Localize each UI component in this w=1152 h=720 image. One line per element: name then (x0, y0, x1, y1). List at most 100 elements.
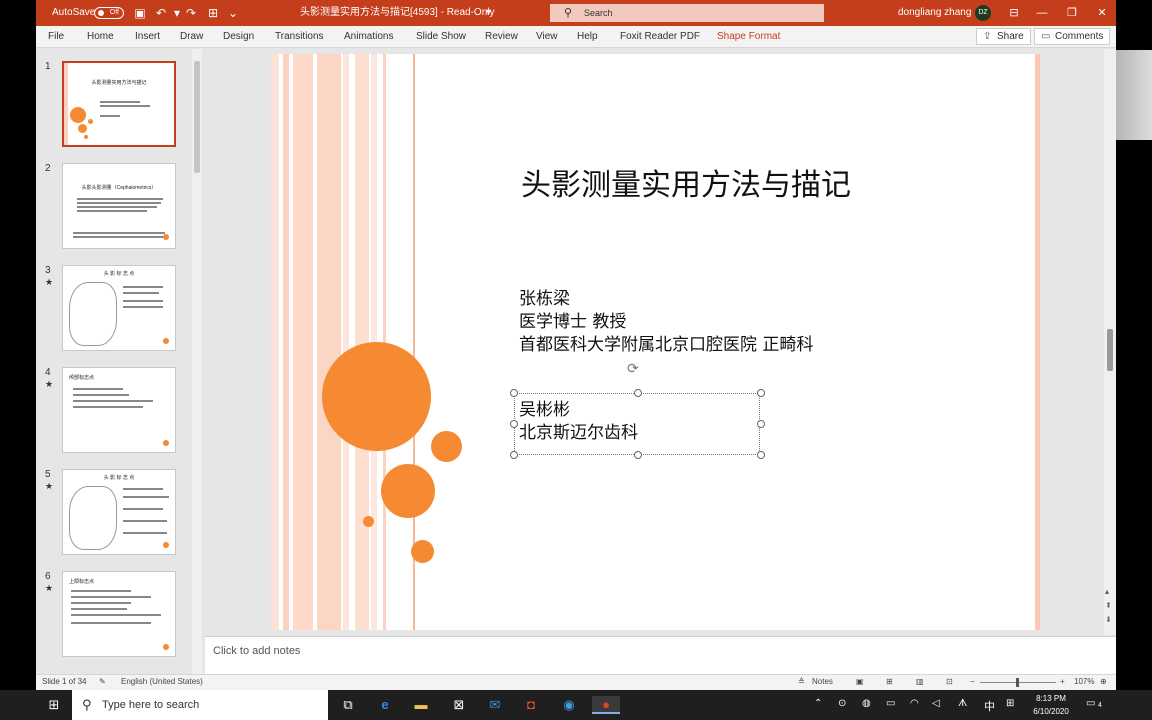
restore-icon[interactable]: ❐ (1058, 0, 1086, 26)
scrollbar-thumb[interactable] (194, 61, 200, 173)
tab-view[interactable]: View (536, 26, 558, 48)
search-box[interactable]: ⚲ Search (550, 4, 824, 22)
ribbon-display-icon[interactable]: ⊟ (1000, 0, 1028, 26)
taskbar-search-box[interactable]: ⚲ Type here to search (72, 690, 328, 720)
app-icon[interactable]: ◉ (558, 696, 580, 714)
slide-thumbnail-6[interactable]: 上颌标志点 (62, 571, 176, 657)
zoom-slider-knob[interactable] (1016, 678, 1019, 687)
tab-transitions[interactable]: Transitions (275, 26, 324, 48)
present-icon[interactable]: ⊞ (206, 6, 220, 20)
volume-icon[interactable]: ◁ (932, 698, 940, 709)
tab-home[interactable]: Home (87, 26, 114, 48)
powerpoint-taskbar-icon[interactable]: ● (592, 696, 620, 714)
prev-slide-icon[interactable]: ⇞ (1105, 601, 1112, 610)
resize-handle[interactable] (757, 451, 765, 459)
undo-dropdown-icon[interactable]: ▾ (170, 6, 184, 20)
thumb-number: 5 (45, 469, 51, 480)
thumb-circle (163, 338, 169, 344)
resize-handle[interactable] (510, 420, 518, 428)
tray-app-icon[interactable]: ◍ (862, 698, 871, 709)
notes-pane[interactable]: Click to add notes (205, 636, 1116, 674)
zoom-in-icon[interactable]: + (1060, 677, 1065, 686)
tab-slide-show[interactable]: Slide Show (416, 26, 466, 48)
task-view-icon[interactable]: ⧉ (338, 696, 358, 714)
spellcheck-icon[interactable]: ✎ (99, 677, 106, 686)
edge-icon[interactable]: e (374, 696, 396, 714)
system-clock[interactable]: 8:13 PM 6/10/2020 (1026, 692, 1076, 718)
tab-shape-format[interactable]: Shape Format (717, 26, 780, 48)
slide-thumbnail-4[interactable]: 颅部标志点 (62, 367, 176, 453)
resize-handle[interactable] (634, 451, 642, 459)
autosave-toggle[interactable]: Off (94, 7, 124, 19)
thumbnail-scrollbar[interactable] (192, 49, 202, 675)
mail-icon[interactable]: ✉ (484, 696, 506, 714)
slide-thumbnail-1[interactable]: 头影测量实用方法与描记 (62, 61, 176, 147)
scrollbar-thumb[interactable] (1107, 329, 1113, 371)
tab-review[interactable]: Review (485, 26, 518, 48)
microphone-icon[interactable]: ⊙ (838, 698, 846, 709)
tab-draw[interactable]: Draw (180, 26, 203, 48)
thumb-text-line (71, 622, 151, 624)
thumb-title: 头 影 标 志 点 (103, 271, 135, 277)
language-label[interactable]: English (United States) (121, 677, 203, 686)
slide-thumbnail-3[interactable]: 头 影 标 志 点 (62, 265, 176, 351)
reading-view-icon[interactable]: ▥ (916, 677, 924, 686)
slide-sorter-icon[interactable]: ⊞ (886, 677, 893, 686)
tab-help[interactable]: Help (577, 26, 598, 48)
undo-icon[interactable]: ↶ (154, 6, 168, 20)
tab-insert[interactable]: Insert (135, 26, 160, 48)
show-hidden-icons-icon[interactable]: ⌃ (814, 698, 822, 709)
notes-toggle-icon[interactable]: ≙ (798, 677, 805, 686)
editor-scrollbar[interactable]: ▴ ⇞ ⇟ (1104, 49, 1116, 635)
slide-editor: 头影测量实用方法与描记 张栋梁 医学博士 教授 首都医科大学附属北京口腔医院 正… (205, 49, 1116, 635)
author-textbox[interactable]: 张栋梁 医学博士 教授 首都医科大学附属北京口腔医院 正畸科 (519, 288, 813, 357)
minimize-icon[interactable]: — (1028, 0, 1056, 26)
next-slide-icon[interactable]: ⇟ (1105, 615, 1112, 624)
thumb-text-line (73, 394, 129, 396)
tab-foxit-reader-pdf[interactable]: Foxit Reader PDF (620, 26, 700, 48)
resize-handle[interactable] (757, 420, 765, 428)
file-explorer-icon[interactable]: ▬ (410, 696, 432, 714)
slide-canvas[interactable]: 头影测量实用方法与描记 张栋梁 医学博士 教授 首都医科大学附属北京口腔医院 正… (271, 54, 1040, 630)
resize-handle[interactable] (634, 389, 642, 397)
avatar[interactable]: DZ (975, 5, 991, 21)
tab-animations[interactable]: Animations (344, 26, 393, 48)
resize-handle[interactable] (510, 451, 518, 459)
comments-button[interactable]: ▭ Comments (1034, 28, 1111, 45)
slide-thumbnail-5[interactable]: 头 影 标 志 点 (62, 469, 176, 555)
notes-toggle-label[interactable]: Notes (812, 677, 833, 686)
title-dropdown-icon[interactable]: ▾ (486, 0, 491, 26)
tab-design[interactable]: Design (223, 26, 254, 48)
selection-box[interactable] (510, 389, 765, 459)
slideshow-view-icon[interactable]: ⊡ (946, 677, 953, 686)
save-icon[interactable]: ▣ (133, 6, 147, 20)
zoom-level[interactable]: 107% (1074, 677, 1094, 686)
customize-qat-icon[interactable]: ⌄ (226, 6, 240, 20)
user-name[interactable]: dongliang zhang (898, 0, 971, 26)
slide-thumbnail-2[interactable]: 头影头影测量（Cephalometrics） (62, 163, 176, 249)
office-icon[interactable]: ◘ (520, 696, 542, 714)
share-button[interactable]: ⇪ Share (976, 28, 1031, 45)
input-method-indicator[interactable]: 中 (984, 698, 995, 714)
ime-mode-icon[interactable]: ⊞ (1006, 698, 1014, 709)
clock-time: 8:13 PM (1036, 694, 1066, 703)
resize-handle[interactable] (757, 389, 765, 397)
redo-icon[interactable]: ↷ (184, 6, 198, 20)
notifications-icon[interactable]: ▭ (1086, 698, 1095, 709)
autosave-state: Off (109, 9, 119, 16)
close-icon[interactable]: ✕ (1088, 0, 1116, 26)
ime-icon[interactable]: ᗑ (958, 698, 967, 709)
resize-handle[interactable] (510, 389, 518, 397)
wifi-icon[interactable]: ◠ (910, 698, 919, 709)
fit-slide-icon[interactable]: ⊕ (1100, 677, 1107, 686)
normal-view-icon[interactable]: ▣ (856, 677, 864, 686)
slide-title[interactable]: 头影测量实用方法与描记 (461, 160, 911, 204)
windows-start-icon[interactable]: ⊞ (44, 696, 64, 714)
store-icon[interactable]: ⊠ (448, 696, 470, 714)
thumb-text-line (77, 210, 147, 212)
battery-icon[interactable]: ▭ (886, 698, 895, 709)
scroll-up-icon[interactable]: ▴ (1105, 587, 1109, 596)
tab-file[interactable]: File (48, 26, 64, 48)
rotate-handle-icon[interactable]: ⟳ (627, 360, 639, 377)
zoom-out-icon[interactable]: − (970, 677, 975, 686)
